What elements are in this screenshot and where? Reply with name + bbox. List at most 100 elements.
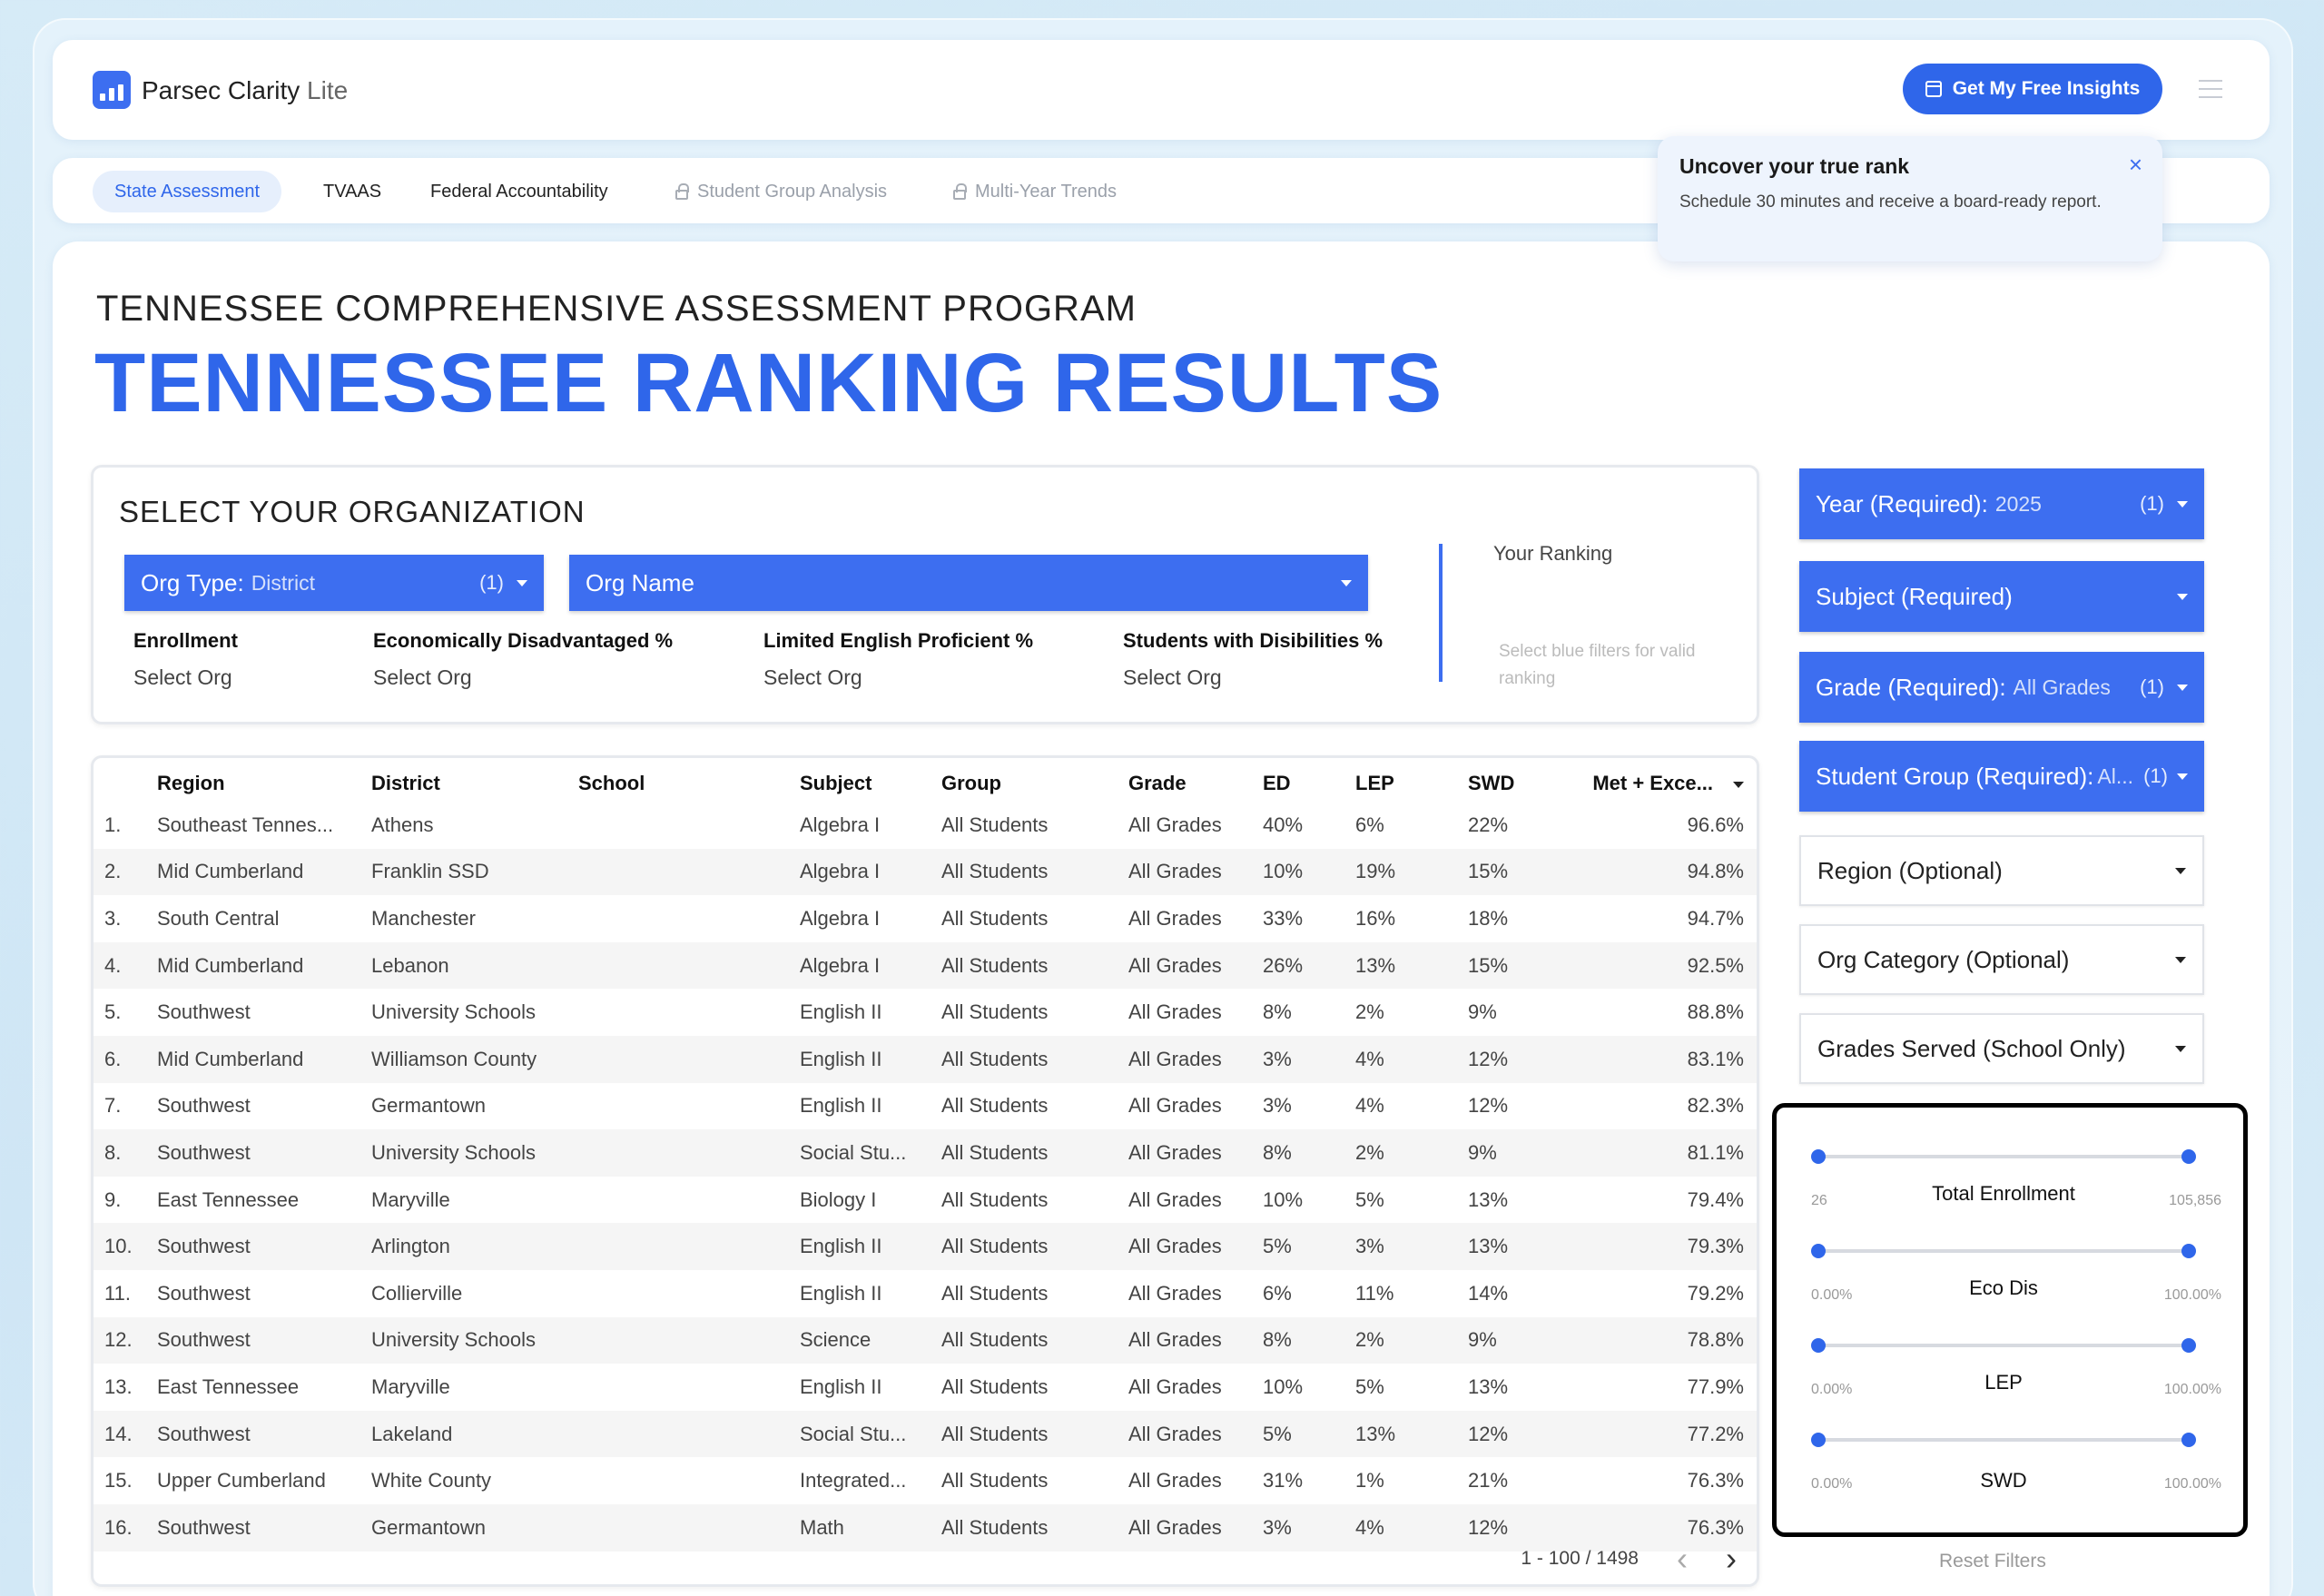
- table-cell: Southeast Tennes...: [157, 813, 334, 836]
- table-cell: [578, 989, 800, 1036]
- table-cell: All Students: [941, 848, 1128, 896]
- table-cell: 19%: [1355, 848, 1468, 896]
- col-region[interactable]: Region: [157, 758, 371, 802]
- col-swd[interactable]: SWD: [1468, 758, 1577, 802]
- slider-track[interactable]: [1818, 1249, 2189, 1253]
- table-cell: Southwest: [157, 1094, 251, 1118]
- table-row[interactable]: 14. Southwest Lakeland Social Stu... All Stu…: [94, 1410, 1757, 1458]
- table-cell: 78.8%: [1577, 1316, 1757, 1364]
- table-cell: 6%: [1355, 813, 1384, 836]
- slider-max-handle[interactable]: [2181, 1149, 2196, 1164]
- subject-filter[interactable]: Subject (Required): [1799, 561, 2204, 632]
- table-row[interactable]: 1. Southeast Tennes... Athens Algebra I All …: [94, 802, 1757, 849]
- close-icon[interactable]: ×: [2129, 153, 2142, 176]
- org-name-select[interactable]: Org Name: [569, 555, 1368, 611]
- col-district[interactable]: District: [371, 758, 578, 802]
- table-cell: 10%: [1263, 1187, 1304, 1211]
- grade-filter[interactable]: Grade (Required): All Grades (1): [1799, 652, 2204, 723]
- table-row[interactable]: 6. Mid Cumberland Williamson County English…: [94, 1035, 1757, 1083]
- table-row[interactable]: 9. East Tennessee Maryville Biology I All St…: [94, 1177, 1757, 1224]
- table-cell: 21%: [1468, 1469, 1509, 1493]
- table-row[interactable]: 13. East Tennessee Maryville English II All …: [94, 1364, 1757, 1411]
- table-row[interactable]: 3. South Central Manchester Algebra I All St…: [94, 895, 1757, 942]
- slider-track[interactable]: [1818, 1155, 2189, 1158]
- table-cell: All Grades: [1128, 1223, 1263, 1270]
- table-row[interactable]: 2. Mid Cumberland Franklin SSD Algebra I All…: [94, 848, 1757, 896]
- table-cell: 82.3%: [1687, 1094, 1744, 1118]
- slider-track[interactable]: [1818, 1438, 2189, 1442]
- table-cell: 4%: [1355, 1094, 1384, 1118]
- org-category-filter[interactable]: Org Category (Optional): [1799, 924, 2204, 995]
- table-cell: Math: [800, 1503, 941, 1552]
- col-subject[interactable]: Subject: [800, 758, 941, 802]
- table-cell: All Students: [941, 906, 1049, 930]
- hamburger-menu-icon[interactable]: [2199, 80, 2222, 98]
- table-cell: All Grades: [1128, 906, 1222, 930]
- table-cell: 33%: [1263, 906, 1304, 930]
- table-cell: All Grades: [1128, 941, 1263, 990]
- table-cell: 12.: [94, 1316, 157, 1364]
- slider-max-handle[interactable]: [2181, 1244, 2196, 1258]
- slider-max-handle[interactable]: [2181, 1433, 2196, 1447]
- table-cell: 10%: [1263, 1374, 1304, 1398]
- tab-multi-year-trends[interactable]: Multi-Year Trends: [953, 171, 1117, 212]
- ranking-divider: [1439, 544, 1443, 682]
- table-cell: 8.: [94, 1129, 157, 1177]
- table-row[interactable]: 10. Southwest Arlington English II All Stude…: [94, 1223, 1757, 1270]
- your-ranking-label: Your Ranking: [1493, 542, 1613, 565]
- col-lep[interactable]: LEP: [1355, 758, 1468, 802]
- table-cell: 5%: [1355, 1187, 1384, 1211]
- table-cell: 94.7%: [1687, 906, 1744, 930]
- table-cell: Biology I: [800, 1187, 877, 1211]
- student-group-filter[interactable]: Student Group (Required): Al... (1): [1799, 741, 2204, 812]
- grades-served-filter[interactable]: Grades Served (School Only): [1799, 1013, 2204, 1084]
- table-cell: 26%: [1263, 941, 1355, 990]
- table-cell: Manchester: [371, 906, 476, 930]
- col-group[interactable]: Group: [941, 758, 1128, 802]
- table-row[interactable]: 11. Southwest Collierville English II All St…: [94, 1270, 1757, 1317]
- col-ed[interactable]: ED: [1263, 758, 1355, 802]
- slider-min-handle[interactable]: [1811, 1149, 1826, 1164]
- region-filter[interactable]: Region (Optional): [1799, 835, 2204, 906]
- table-cell: All Grades: [1128, 1469, 1222, 1493]
- slider-max-handle[interactable]: [2181, 1338, 2196, 1353]
- org-type-select[interactable]: Org Type: District (1): [124, 555, 544, 611]
- tab-federal-accountability[interactable]: Federal Accountability: [430, 171, 608, 212]
- table-cell: 83.1%: [1577, 1035, 1757, 1083]
- table-row[interactable]: 15. Upper Cumberland White County Integrate…: [94, 1457, 1757, 1504]
- table-cell: South Central: [157, 906, 280, 930]
- table-row[interactable]: 8. Southwest University Schools Social Stu.…: [94, 1129, 1757, 1177]
- slider-min-handle[interactable]: [1811, 1338, 1826, 1353]
- col-school[interactable]: School: [578, 758, 800, 802]
- col-grade[interactable]: Grade: [1128, 758, 1263, 802]
- table-cell: 77.9%: [1687, 1374, 1744, 1398]
- table-cell: Integrated...: [800, 1469, 907, 1493]
- chevron-down-icon: [2177, 684, 2188, 691]
- col-met-exceeded[interactable]: Met + Exce...: [1577, 758, 1757, 802]
- tab-tvaas[interactable]: TVAAS: [323, 171, 381, 212]
- slider-track[interactable]: [1818, 1344, 2189, 1347]
- table-row[interactable]: 5. Southwest University Schools English II A…: [94, 989, 1757, 1036]
- table-cell: Social Stu...: [800, 1410, 941, 1458]
- chevron-right-icon[interactable]: ›: [1726, 1542, 1737, 1575]
- get-free-insights-button[interactable]: Get My Free Insights: [1903, 64, 2162, 114]
- table-cell: East Tennessee: [157, 1374, 300, 1398]
- table-cell: 96.6%: [1687, 813, 1744, 836]
- year-filter[interactable]: Year (Required): 2025 (1): [1799, 468, 2204, 539]
- tab-student-group-analysis[interactable]: Student Group Analysis: [675, 171, 887, 212]
- table-cell: All Students: [941, 1000, 1049, 1024]
- tab-state-assessment[interactable]: State Assessment: [93, 171, 282, 212]
- table-row[interactable]: 4. Mid Cumberland Lebanon Algebra I All Stud…: [94, 941, 1757, 990]
- slider-min-handle[interactable]: [1811, 1433, 1826, 1447]
- table-cell: Mid Cumberland: [157, 941, 371, 990]
- table-cell: Athens: [371, 813, 434, 836]
- slider-min-handle[interactable]: [1811, 1244, 1826, 1258]
- table-cell: 4%: [1355, 1503, 1468, 1552]
- table-row[interactable]: 16. Southwest Germantown Math All Students Al…: [94, 1503, 1757, 1552]
- pagination: 1 - 100 / 1498 ‹ ›: [1521, 1542, 1737, 1575]
- reset-filters-button[interactable]: Reset Filters: [1939, 1551, 2046, 1572]
- table-row[interactable]: 12. Southwest University Schools Science All…: [94, 1316, 1757, 1364]
- table-cell: Algebra I: [800, 941, 941, 990]
- table-row[interactable]: 7. Southwest Germantown English II All Stude…: [94, 1083, 1757, 1130]
- chevron-left-icon[interactable]: ‹: [1677, 1542, 1688, 1575]
